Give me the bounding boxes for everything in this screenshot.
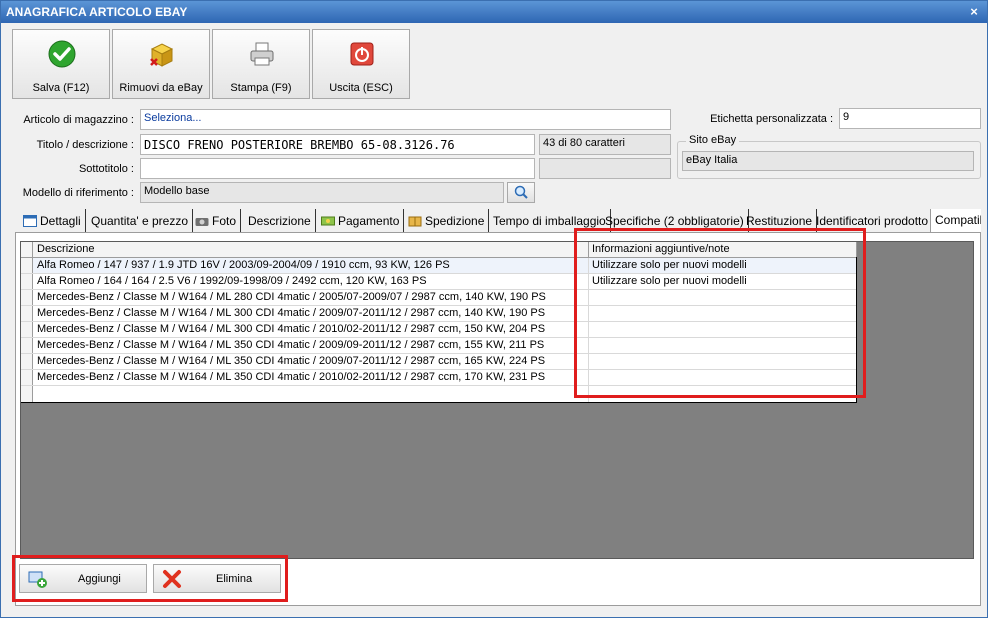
tab-restituzione-label: Restituzione: [746, 214, 813, 228]
title-label: Titolo / descrizione :: [36, 139, 134, 151]
char-count: 43 di 80 caratteri: [539, 134, 671, 155]
subtitle-label: Sottotitolo :: [78, 163, 134, 175]
cell-descrizione[interactable]: Mercedes-Benz / Classe M / W164 / ML 350…: [35, 354, 589, 369]
highlight-notes-column: [574, 228, 866, 398]
article-label: Articolo di magazzino :: [23, 114, 134, 126]
ebay-site-field: eBay Italia: [682, 151, 974, 171]
tab-spedizione-label: Spedizione: [425, 214, 485, 228]
grid-corner: [21, 242, 33, 257]
row-selector[interactable]: [21, 338, 33, 353]
tab-quantita-prezzo-label: Quantita' e prezzo: [91, 214, 189, 228]
tab-pagamento[interactable]: Pagamento: [317, 209, 405, 233]
cell-descrizione[interactable]: Mercedes-Benz / Classe M / W164 / ML 350…: [35, 338, 589, 353]
tab-dettagli-label: Dettagli: [40, 214, 81, 228]
cell-descrizione[interactable]: Mercedes-Benz / Classe M / W164 / ML 300…: [35, 322, 589, 337]
check-icon: [48, 40, 76, 68]
model-search-button[interactable]: [507, 182, 535, 203]
cell-descrizione[interactable]: Alfa Romeo / 147 / 937 / 1.9 JTD 16V / 2…: [35, 258, 589, 273]
subtitle-input[interactable]: [140, 158, 535, 179]
row-selector[interactable]: [21, 322, 33, 337]
tab-compatibilita[interactable]: Compatib: [930, 209, 981, 233]
save-button-label: Salva (F12): [32, 82, 90, 94]
row-selector[interactable]: [21, 306, 33, 321]
tab-pagamento-label: Pagamento: [338, 214, 400, 228]
calendar-icon: [23, 215, 37, 227]
ebay-site-group: Sito eBay eBay Italia: [677, 134, 981, 179]
save-button[interactable]: Salva (F12): [12, 29, 110, 99]
tab-specifiche-label: Specifiche (2 obbligatorie): [605, 214, 744, 228]
cell-descrizione[interactable]: Mercedes-Benz / Classe M / W164 / ML 300…: [35, 306, 589, 321]
row-selector[interactable]: [21, 370, 33, 385]
row-selector[interactable]: [21, 386, 33, 402]
tab-spedizione[interactable]: Spedizione: [404, 209, 490, 233]
close-icon[interactable]: ×: [967, 1, 981, 23]
model-label: Modello di riferimento :: [22, 187, 134, 199]
camera-icon: [195, 218, 209, 226]
title-input[interactable]: DISCO FRENO POSTERIORE BREMBO 65-08.3126…: [140, 134, 535, 155]
window-title: ANAGRAFICA ARTICOLO EBAY: [6, 5, 188, 19]
remove-from-ebay-button[interactable]: Rimuovi da eBay: [112, 29, 210, 99]
money-icon: [321, 216, 335, 226]
tab-quantita-prezzo[interactable]: Quantita' e prezzo: [87, 209, 194, 233]
tab-identificatori-prodotto-label: Identificatori prodotto: [816, 214, 929, 228]
tab-compatibilita-label: Compatib: [935, 213, 981, 227]
row-selector[interactable]: [21, 274, 33, 289]
power-icon: [350, 42, 374, 66]
tab-foto[interactable]: Foto: [191, 209, 242, 233]
print-button[interactable]: Stampa (F9): [212, 29, 310, 99]
column-header-descrizione[interactable]: Descrizione: [35, 242, 589, 257]
main-window: ANAGRAFICA ARTICOLO EBAY × Salva (F12) R…: [0, 0, 988, 618]
model-field: Modello base: [140, 182, 504, 203]
title-bar: ANAGRAFICA ARTICOLO EBAY ×: [1, 1, 987, 23]
tab-tempo-imballaggio-label: Tempo di imballaggio: [493, 214, 606, 228]
custom-label-input[interactable]: 9: [839, 108, 981, 129]
highlight-action-buttons: [12, 555, 288, 602]
cell-descrizione[interactable]: Mercedes-Benz / Classe M / W164 / ML 350…: [35, 370, 589, 385]
article-selector[interactable]: Seleziona...: [140, 109, 671, 130]
exit-button-label: Uscita (ESC): [329, 82, 393, 94]
subtitle-char-count: [539, 158, 671, 179]
tab-dettagli[interactable]: Dettagli: [19, 209, 86, 233]
row-selector[interactable]: [21, 258, 33, 273]
tab-descrizione-label: Descrizione: [248, 214, 311, 228]
row-selector[interactable]: [21, 290, 33, 305]
print-button-label: Stampa (F9): [230, 82, 292, 94]
exit-button[interactable]: Uscita (ESC): [312, 29, 410, 99]
cell-descrizione[interactable]: [35, 386, 589, 402]
row-selector[interactable]: [21, 354, 33, 369]
box-icon: [408, 216, 422, 227]
custom-label-label: Etichetta personalizzata :: [710, 113, 833, 125]
printer-icon: [250, 42, 274, 66]
cell-descrizione[interactable]: Alfa Romeo / 164 / 164 / 2.5 V6 / 1992/0…: [35, 274, 589, 289]
remove-button-label: Rimuovi da eBay: [119, 82, 203, 94]
tab-descrizione[interactable]: Descrizione: [244, 209, 316, 233]
tab-foto-label: Foto: [212, 214, 237, 228]
search-icon: [514, 185, 528, 199]
box-remove-icon: [150, 43, 174, 67]
cell-descrizione[interactable]: Mercedes-Benz / Classe M / W164 / ML 280…: [35, 290, 589, 305]
ebay-site-group-title: Sito eBay: [686, 134, 740, 146]
